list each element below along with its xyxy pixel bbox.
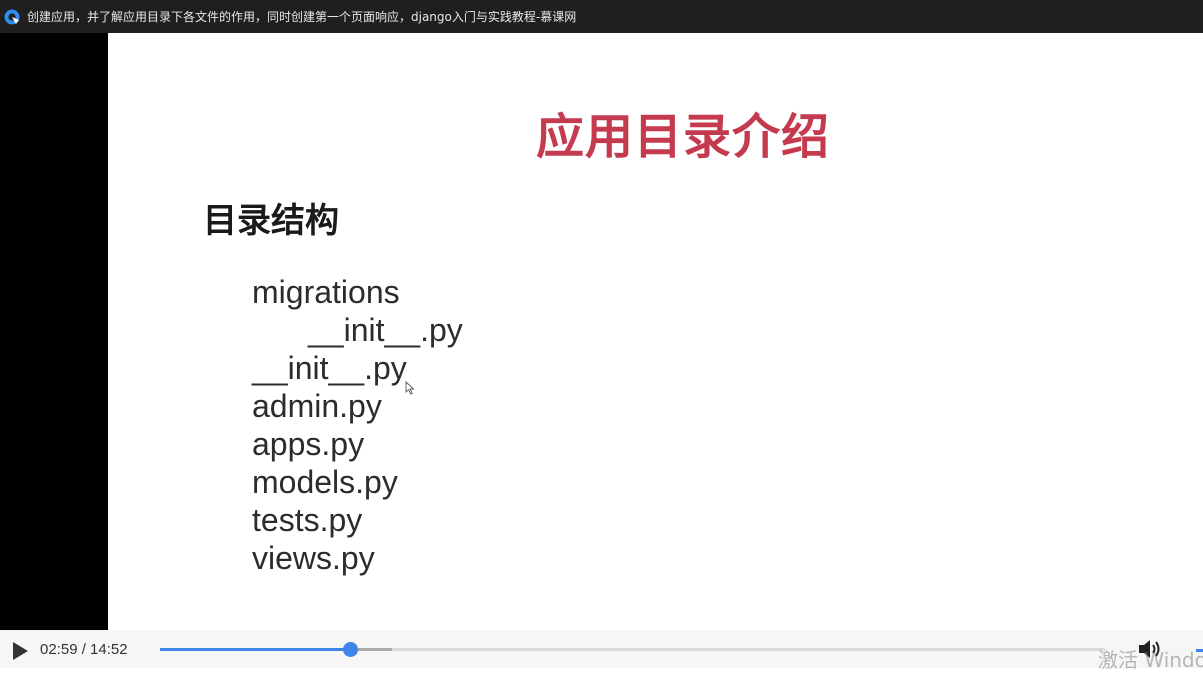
file-list-item: migrations	[252, 274, 400, 310]
directory-file-list: migrations __init__.py __init__.py admin.py…	[252, 273, 463, 577]
browser-logo-icon	[4, 9, 20, 25]
progress-played	[160, 648, 350, 651]
window-titlebar: 创建应用，并了解应用目录下各文件的作用，同时创建第一个页面响应，django入门…	[0, 0, 1203, 33]
play-icon[interactable]	[10, 641, 30, 661]
taskbar-indicator	[1196, 649, 1203, 652]
file-list-item: __init__.py	[252, 350, 407, 386]
activation-watermark: 激活 Windo	[1098, 648, 1203, 672]
video-letterbox	[0, 33, 108, 630]
time-display: 02:59 / 14:52	[40, 641, 128, 658]
section-heading: 目录结构	[203, 201, 339, 241]
window-title: 创建应用，并了解应用目录下各文件的作用，同时创建第一个页面响应，django入门…	[27, 10, 577, 24]
progress-bar[interactable]	[160, 642, 1105, 657]
video-control-bar: 02:59 / 14:52	[0, 630, 1203, 668]
file-list-item: __init__.py	[308, 312, 463, 348]
file-list-item: views.py	[252, 540, 375, 576]
video-frame[interactable]: 应用目录介绍 目录结构 migrations __init__.py __init_…	[108, 33, 1203, 630]
progress-handle[interactable]	[342, 642, 358, 657]
slide-title: 应用目录介绍	[536, 109, 831, 165]
file-list-item: models.py	[252, 464, 398, 500]
file-list-item: admin.py	[252, 388, 382, 424]
file-list-item: apps.py	[252, 426, 365, 462]
file-list-item: tests.py	[252, 502, 363, 538]
mouse-cursor-icon	[405, 381, 415, 395]
